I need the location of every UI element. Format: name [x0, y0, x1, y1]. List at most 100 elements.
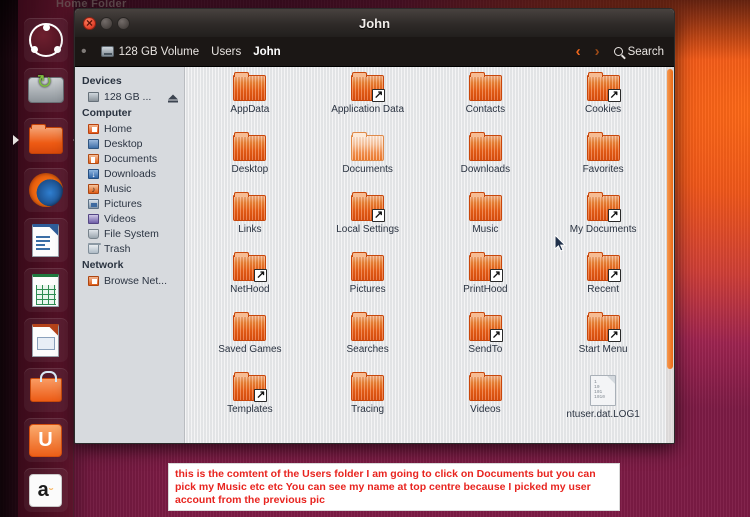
file-item[interactable]: Desktop — [191, 132, 309, 193]
file-name-label: Saved Games — [218, 344, 282, 355]
search-label: Search — [627, 45, 664, 58]
file-item[interactable]: Start Menu — [544, 312, 662, 373]
folder-icon — [351, 372, 385, 401]
home-folder-icon — [88, 123, 99, 134]
folder-icon — [233, 372, 268, 402]
minimize-button[interactable] — [100, 16, 113, 30]
file-name-label: NetHood — [230, 284, 270, 295]
close-button[interactable] — [83, 16, 96, 30]
launcher-item-ubuntu-dash[interactable] — [23, 18, 68, 62]
scrollbar-thumb[interactable] — [667, 69, 673, 369]
spreadsheet-calc-icon — [32, 273, 59, 307]
file-item[interactable]: Local Settings — [309, 192, 427, 253]
launcher-item-libreoffice-calc[interactable] — [23, 268, 68, 312]
file-item[interactable]: Videos — [427, 372, 545, 433]
file-item[interactable]: Documents — [309, 132, 427, 193]
breadcrumb-item-volume[interactable]: 128 GB Volume — [100, 46, 199, 58]
path-toolbar: • 128 GB Volume Users John ‹ › Search — [75, 37, 674, 67]
file-name-label: Videos — [470, 404, 501, 415]
file-item[interactable]: Favorites — [544, 132, 662, 193]
sidebar-item-pictures[interactable]: Pictures — [75, 196, 184, 211]
ubuntu-one-icon: U — [29, 423, 62, 457]
shortcut-arrow-icon — [372, 89, 386, 102]
launcher-item-libreoffice-impress[interactable] — [23, 318, 68, 362]
file-item[interactable]: 1 10 101 1010 ntuser.dat.LOG1 — [544, 375, 662, 433]
file-item[interactable]: Templates — [191, 372, 309, 433]
file-item[interactable]: My Documents — [544, 192, 662, 253]
places-sidebar: Devices 128 GB ... Computer Home Desktop… — [75, 67, 185, 443]
folder-icon — [586, 72, 621, 102]
breadcrumb-item-john[interactable]: John — [253, 46, 280, 58]
sidebar-item-trash[interactable]: Trash — [75, 241, 184, 256]
file-item[interactable]: Tracing — [309, 372, 427, 433]
sidebar-item-videos[interactable]: Videos — [75, 211, 184, 226]
folder-icon — [468, 72, 502, 101]
shortcut-arrow-icon — [489, 329, 503, 342]
folder-icon — [586, 252, 621, 282]
file-item[interactable]: SendTo — [427, 312, 545, 373]
file-name-label: Tracing — [351, 404, 385, 415]
vertical-scrollbar[interactable] — [666, 67, 674, 443]
file-name-label: Favorites — [582, 164, 624, 175]
file-name-label: My Documents — [569, 224, 637, 235]
annotation-caption: this is the comtent of the Users folder … — [168, 463, 620, 511]
firefox-icon — [28, 173, 63, 207]
shortcut-arrow-icon — [607, 89, 621, 102]
sidebar-item-128gb-volume[interactable]: 128 GB ... — [75, 89, 184, 104]
breadcrumb-label: John — [253, 45, 281, 58]
shortcut-arrow-icon — [607, 209, 621, 222]
file-item[interactable]: AppData — [191, 72, 309, 133]
folder-icon — [233, 72, 267, 101]
file-item[interactable]: Cookies — [544, 72, 662, 133]
file-name-label: Desktop — [231, 164, 269, 175]
sidebar-item-label: Music — [104, 182, 132, 195]
launcher-item-files-nautilus[interactable] — [23, 118, 68, 162]
sidebar-item-label: Desktop — [104, 137, 143, 150]
network-browse-icon — [88, 275, 99, 286]
window-titlebar[interactable]: John — [75, 9, 674, 37]
maximize-button[interactable] — [117, 16, 130, 30]
file-item[interactable]: Downloads — [427, 132, 545, 193]
file-item[interactable]: NetHood — [191, 252, 309, 313]
sidebar-item-desktop[interactable]: Desktop — [75, 136, 184, 151]
file-item[interactable]: Contacts — [427, 72, 545, 133]
launcher-item-libreoffice-writer[interactable] — [23, 218, 68, 262]
sidebar-item-downloads[interactable]: Downloads — [75, 166, 184, 181]
launcher-item-firefox[interactable] — [23, 168, 68, 212]
sidebar-item-label: 128 GB ... — [104, 90, 152, 103]
launcher-item-software-center[interactable] — [23, 368, 68, 412]
sidebar-item-browse-network[interactable]: Browse Net... — [75, 273, 184, 288]
pictures-folder-icon — [88, 198, 99, 209]
sidebar-item-home[interactable]: Home — [75, 121, 184, 136]
file-item[interactable]: Links — [191, 192, 309, 253]
eject-icon[interactable] — [168, 94, 178, 102]
file-name-label: SendTo — [468, 344, 503, 355]
file-item[interactable]: Music — [427, 192, 545, 253]
file-item[interactable]: Searches — [309, 312, 427, 373]
launcher-item-backup-sync[interactable] — [23, 68, 68, 112]
launcher-item-ubuntu-one[interactable]: U — [23, 418, 68, 462]
forward-arrow-icon[interactable]: › — [595, 44, 600, 59]
document-writer-icon — [32, 223, 59, 257]
launcher-item-amazon[interactable]: a ⌣ — [23, 468, 68, 512]
unity-launcher: U a⌣ U — [18, 0, 74, 517]
file-icon-view[interactable]: AppData Application Data Contacts Cookies De… — [185, 67, 674, 443]
shortcut-arrow-icon — [254, 269, 268, 282]
presentation-impress-icon — [32, 323, 59, 357]
file-name-label: PrintHood — [463, 284, 508, 295]
back-arrow-icon[interactable]: ‹ — [576, 44, 581, 59]
shortcut-arrow-icon — [489, 269, 503, 282]
file-item[interactable]: Recent — [544, 252, 662, 313]
search-button[interactable]: Search — [613, 45, 664, 58]
file-item[interactable]: PrintHood — [427, 252, 545, 313]
sidebar-item-documents[interactable]: Documents — [75, 151, 184, 166]
file-item[interactable]: Saved Games — [191, 312, 309, 373]
file-item[interactable]: Pictures — [309, 252, 427, 313]
documents-folder-icon — [88, 153, 99, 164]
top-partial-text: Home Folder — [56, 0, 127, 7]
file-item[interactable]: Application Data — [309, 72, 427, 133]
sidebar-item-music[interactable]: Music — [75, 181, 184, 196]
breadcrumb-item-users[interactable]: Users — [211, 46, 241, 58]
sidebar-item-file-system[interactable]: File System — [75, 226, 184, 241]
folder-icon — [468, 312, 503, 342]
